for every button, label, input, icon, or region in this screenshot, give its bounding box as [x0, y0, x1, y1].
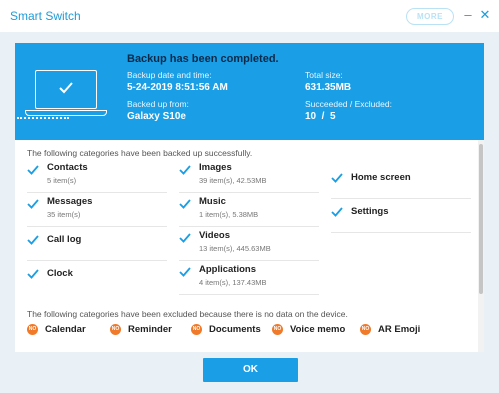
no-data-badge-icon: NO [110, 324, 121, 335]
backup-summary-banner: Backup has been completed. Backup date a… [15, 43, 484, 140]
excluded-item-label: AR Emoji [378, 324, 421, 335]
close-icon[interactable]: ✕ [478, 7, 492, 23]
check-icon [27, 165, 39, 175]
no-data-badge-icon: NO [27, 324, 38, 335]
category-name: Settings [351, 206, 389, 217]
footer-bar: OK [0, 352, 499, 393]
check-icon [179, 267, 191, 277]
category-music: Music 1 item(s), 5.38MB [179, 194, 319, 227]
device-name: Galaxy S10e [127, 111, 186, 122]
category-detail: 35 item(s) [47, 210, 81, 219]
category-applications: Applications 4 item(s), 137.43MB [179, 262, 319, 295]
scrollbar-thumb[interactable] [479, 144, 483, 294]
category-name: Clock [47, 268, 73, 279]
category-home-screen: Home screen [331, 166, 471, 199]
category-detail: 13 item(s), 445.63MB [199, 244, 271, 253]
check-icon [331, 173, 343, 183]
more-button[interactable]: MORE [406, 8, 454, 25]
category-name: Applications [199, 264, 257, 275]
check-icon [331, 207, 343, 217]
excluded-item-label: Documents [209, 324, 261, 335]
category-messages: Messages 35 item(s) [27, 194, 167, 227]
category-name: Images [199, 162, 232, 173]
category-contacts: Contacts 5 item(s) [27, 160, 167, 193]
backup-date-value: 5-24-2019 8:51:56 AM [127, 82, 228, 93]
categories-section: The following categories have been backe… [15, 140, 478, 352]
excluded-intro: The following categories have been exclu… [27, 309, 348, 319]
category-name: Music [199, 196, 226, 207]
category-detail: 1 item(s), 5.38MB [199, 210, 259, 219]
result-count-label: Succeeded / Excluded: [305, 99, 392, 109]
category-name: Contacts [47, 162, 88, 173]
total-size-label: Total size: [305, 70, 343, 80]
category-name: Videos [199, 230, 230, 241]
backup-date-label: Backup date and time: [127, 70, 212, 80]
check-icon [179, 165, 191, 175]
ok-button[interactable]: OK [203, 358, 298, 382]
category-images: Images 39 item(s), 42.53MB [179, 160, 319, 193]
category-name: Messages [47, 196, 93, 207]
excluded-item-label: Voice memo [290, 324, 346, 335]
vertical-scrollbar[interactable] [478, 140, 484, 352]
category-detail: 4 item(s), 137.43MB [199, 278, 267, 287]
total-size-value: 631.35MB [305, 82, 352, 93]
title-bar: Smart Switch MORE – ✕ [0, 0, 499, 32]
category-call-log: Call log [27, 228, 167, 261]
no-data-badge-icon: NO [360, 324, 371, 335]
backed-up-intro: The following categories have been backe… [27, 148, 253, 158]
laptop-base-icon [25, 110, 107, 116]
category-detail: 39 item(s), 42.53MB [199, 176, 267, 185]
app-title: Smart Switch [10, 9, 81, 23]
check-icon [27, 269, 39, 279]
check-icon [179, 233, 191, 243]
no-data-badge-icon: NO [272, 324, 283, 335]
minimize-icon[interactable]: – [461, 7, 475, 23]
dotted-line-decoration [17, 117, 69, 119]
check-icon [27, 235, 39, 245]
category-clock: Clock [27, 262, 167, 294]
result-count-value: 10 / 5 [305, 111, 336, 122]
check-icon [179, 199, 191, 209]
excluded-item-label: Calendar [45, 324, 86, 335]
category-name: Home screen [351, 172, 411, 183]
check-icon [27, 199, 39, 209]
laptop-check-icon [35, 70, 97, 109]
no-data-badge-icon: NO [191, 324, 202, 335]
category-name: Call log [47, 234, 82, 245]
result-card: Backup has been completed. Backup date a… [15, 43, 484, 352]
category-settings: Settings [331, 200, 471, 233]
excluded-item-label: Reminder [128, 324, 172, 335]
backup-heading: Backup has been completed. [127, 53, 279, 65]
category-videos: Videos 13 item(s), 445.63MB [179, 228, 319, 261]
category-detail: 5 item(s) [47, 176, 77, 185]
backed-up-from-label: Backed up from: [127, 99, 189, 109]
